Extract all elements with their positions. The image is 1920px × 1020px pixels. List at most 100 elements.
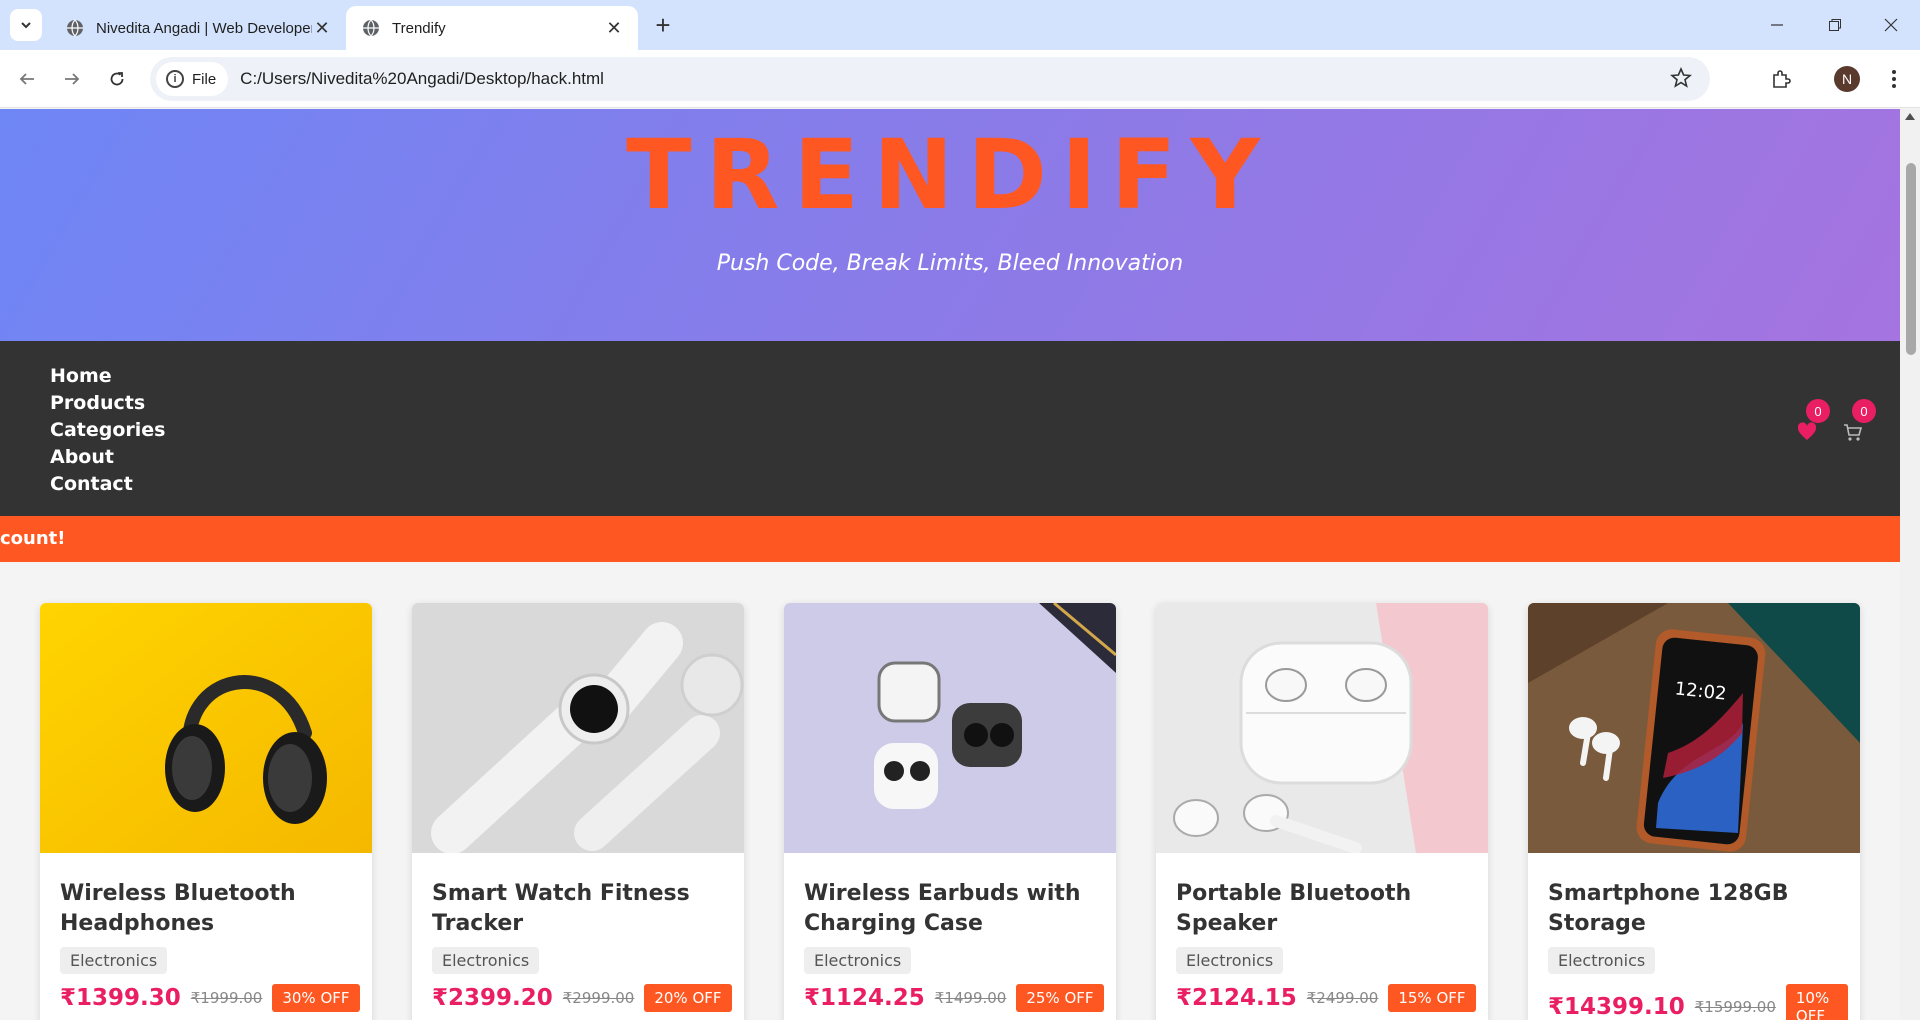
original-price: ₹2999.00 [562,989,635,1007]
discount-badge: 10% OFF [1785,984,1848,1020]
product-image-smartphone[interactable]: 12:02 [1528,603,1860,853]
product-card[interactable]: Smart Watch Fitness Tracker Electronics … [412,603,744,1020]
discount-badge: 30% OFF [272,984,360,1012]
address-bar[interactable]: i File C:/Users/Nivedita%20Angadi/Deskto… [150,57,1710,101]
back-button[interactable] [10,62,44,96]
product-title[interactable]: Smartphone 128GB Storage [1548,879,1848,939]
page-scrollbar[interactable] [1900,109,1920,1020]
restore-button[interactable] [1806,0,1864,50]
tab-portfolio[interactable]: Nivedita Angadi | Web Developer ✕ [50,6,346,50]
original-price: ₹1999.00 [190,989,263,1007]
price-row: ₹1124.25 ₹1499.00 25% OFF [804,984,1104,1012]
site-info-chip[interactable]: i File [156,62,229,96]
scrollbar-thumb[interactable] [1906,163,1916,355]
scroll-up-arrow-icon[interactable] [1905,113,1915,120]
product-image-smartwatch[interactable] [412,603,744,853]
category-tag: Electronics [1548,947,1656,974]
site-logo[interactable]: TRENDIFY [0,115,1900,235]
extensions-button[interactable] [1764,62,1798,96]
tab-search-button[interactable] [10,9,42,41]
price-row: ₹1399.30 ₹1999.00 30% OFF [60,984,360,1012]
puzzle-icon [1773,70,1791,88]
product-price: ₹1399.30 [60,985,181,1011]
category-tag: Electronics [432,947,540,974]
product-card[interactable]: Wireless Bluetooth Headphones Electronic… [40,603,372,1020]
nav-about[interactable]: About [50,444,165,471]
cart-button[interactable]: 0 [1836,399,1876,447]
nav-actions: 0 0 [1790,399,1890,451]
arrow-left-icon [19,73,34,85]
product-info: Smart Watch Fitness Tracker Electronics … [432,879,732,1020]
info-icon: i [166,70,184,88]
nav-home[interactable]: Home [50,363,165,390]
avatar: N [1834,66,1860,92]
original-price: ₹15999.00 [1694,998,1776,1016]
discount-badge: 15% OFF [1388,984,1476,1012]
price-row: ₹2124.15 ₹2499.00 15% OFF [1176,984,1476,1012]
product-info: Portable Bluetooth Speaker Electronics ₹… [1176,879,1476,1020]
price-row: ₹14399.10 ₹15999.00 10% OFF [1548,984,1848,1020]
main-navigation: Home Products Categories About Contact 0… [0,341,1900,516]
profile-button[interactable]: N [1830,62,1864,96]
product-image-airpods-case[interactable] [1156,603,1488,853]
browser-tab-strip: Nivedita Angadi | Web Developer ✕ Trendi… [0,0,1920,50]
product-grid: Wireless Bluetooth Headphones Electronic… [40,603,1860,1020]
close-window-button[interactable] [1862,0,1920,50]
product-image-headphones[interactable] [40,603,372,853]
product-price: ₹14399.10 [1548,994,1685,1020]
product-card[interactable]: Wireless Earbuds with Charging Case Elec… [784,603,1116,1020]
close-icon [1884,18,1898,32]
wishlist-count-badge: 0 [1806,399,1830,423]
close-icon[interactable]: ✕ [312,18,332,39]
reload-button[interactable] [100,62,134,96]
product-title[interactable]: Wireless Earbuds with Charging Case [804,879,1104,939]
product-title[interactable]: Wireless Bluetooth Headphones [60,879,360,939]
chevron-down-icon [21,22,31,29]
category-tag: Electronics [60,947,168,974]
promo-banner-text: count! [0,528,66,549]
product-info: Wireless Earbuds with Charging Case Elec… [804,879,1104,1012]
tab-title: Trendify [392,19,446,37]
category-tag: Electronics [804,947,912,974]
forward-button[interactable] [55,62,89,96]
new-tab-button[interactable]: + [648,10,678,40]
restore-icon [1829,19,1841,31]
promo-banner: count! [0,516,1900,562]
heart-icon [1797,422,1817,440]
product-title[interactable]: Smart Watch Fitness Tracker [432,879,732,939]
product-info: Wireless Bluetooth Headphones Electronic… [60,879,360,1012]
globe-icon [67,19,83,37]
wishlist-button[interactable]: 0 [1790,399,1830,447]
cart-count-badge: 0 [1852,399,1876,423]
url-text[interactable]: C:/Users/Nivedita%20Angadi/Desktop/hack.… [240,69,604,89]
cart-icon [1844,424,1863,441]
product-card[interactable]: Portable Bluetooth Speaker Electronics ₹… [1156,603,1488,1020]
product-price: ₹2124.15 [1176,985,1297,1011]
discount-badge: 25% OFF [1016,984,1104,1012]
nav-list: Home Products Categories About Contact [50,363,165,498]
original-price: ₹2499.00 [1306,989,1379,1007]
bookmark-star-icon[interactable] [1670,67,1692,89]
nav-categories[interactable]: Categories [50,417,165,444]
page-viewport: TRENDIFY Push Code, Break Limits, Bleed … [0,109,1920,1020]
scheme-label: File [192,70,217,88]
tab-title: Nivedita Angadi | Web Developer [96,19,312,37]
tab-trendify[interactable]: Trendify ✕ [346,6,638,50]
browser-menu-button[interactable] [1877,62,1911,96]
product-card[interactable]: 12:02 Smartphone 128GB Storage Electroni… [1528,603,1860,1020]
nav-products[interactable]: Products [50,390,165,417]
minimize-button[interactable] [1748,0,1806,50]
close-icon[interactable]: ✕ [604,18,624,39]
kebab-menu-icon [1892,70,1896,88]
globe-icon [363,19,379,37]
product-title[interactable]: Portable Bluetooth Speaker [1176,879,1476,939]
minimize-icon [1771,24,1783,26]
site-tagline: Push Code, Break Limits, Bleed Innovatio… [716,251,1184,276]
nav-contact[interactable]: Contact [50,471,165,498]
trendify-page: TRENDIFY Push Code, Break Limits, Bleed … [0,109,1900,1020]
price-row: ₹2399.20 ₹2999.00 20% OFF [432,984,732,1012]
reload-icon [110,72,124,86]
category-tag: Electronics [1176,947,1284,974]
product-image-earbuds[interactable] [784,603,1116,853]
product-price: ₹2399.20 [432,985,553,1011]
